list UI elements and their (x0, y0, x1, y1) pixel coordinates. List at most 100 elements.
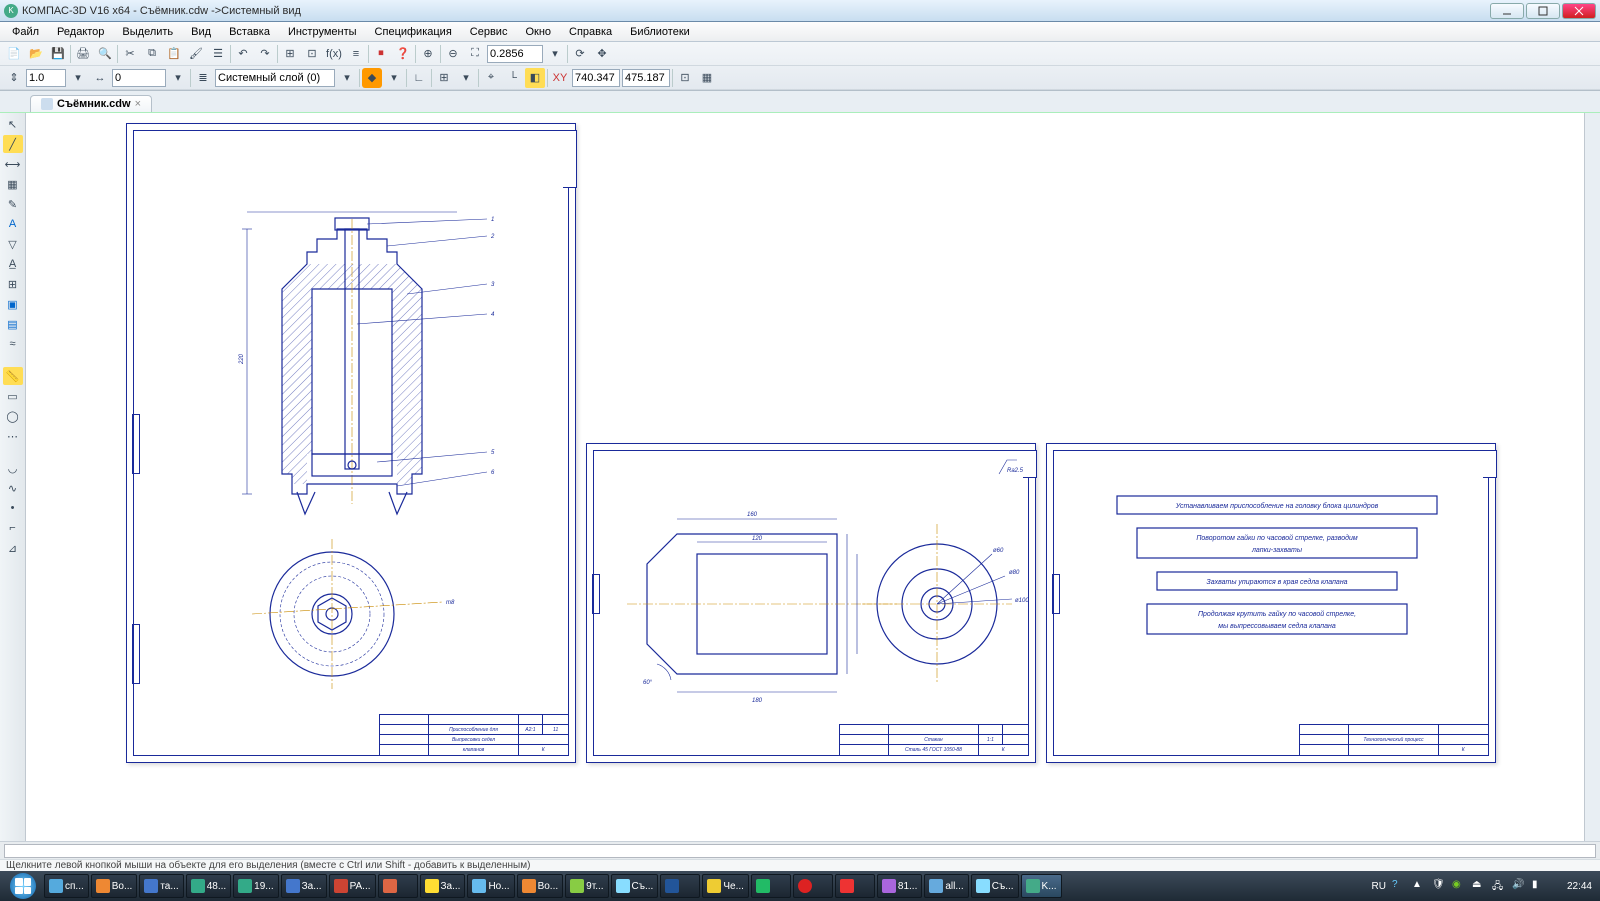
new-icon[interactable]: 📄 (4, 44, 24, 64)
nvidia-icon[interactable]: ◉ (1452, 879, 1466, 893)
task-item[interactable] (378, 874, 418, 898)
style-icon[interactable]: ◆ (362, 68, 382, 88)
task-item[interactable]: 48... (186, 874, 231, 898)
task-item[interactable] (660, 874, 700, 898)
scale-drop-icon[interactable]: ▾ (68, 68, 88, 88)
misc-icon[interactable]: ⊡ (675, 68, 695, 88)
eject-icon[interactable]: ⏏ (1472, 879, 1486, 893)
handle-icon[interactable]: ⇕ (4, 68, 24, 88)
local-icon[interactable]: ◧ (525, 68, 545, 88)
task-item[interactable]: Съ... (611, 874, 659, 898)
menu-select[interactable]: Выделить (114, 24, 181, 40)
task-item[interactable]: та... (139, 874, 183, 898)
menu-service[interactable]: Сервис (462, 24, 516, 40)
task-item[interactable]: За... (281, 874, 327, 898)
dropdown-icon[interactable]: ▾ (545, 44, 565, 64)
zoomin-icon[interactable]: ⊕ (418, 44, 438, 64)
lang-indicator[interactable]: RU (1372, 881, 1386, 892)
offset-drop-icon[interactable]: ▾ (168, 68, 188, 88)
grid-icon[interactable]: ⊞ (434, 68, 454, 88)
redo-icon[interactable]: ↷ (255, 44, 275, 64)
print-icon[interactable]: 🖨 (73, 44, 93, 64)
command-input[interactable] (4, 844, 1596, 858)
menu-edit[interactable]: Редактор (49, 24, 112, 40)
axis-icon[interactable]: └ (503, 68, 523, 88)
zoomout-icon[interactable]: ⊖ (443, 44, 463, 64)
offset-icon[interactable]: ↔ (90, 68, 110, 88)
grid-drop-icon[interactable]: ▾ (456, 68, 476, 88)
menu-insert[interactable]: Вставка (221, 24, 278, 40)
zoom-input[interactable] (487, 45, 543, 63)
measure-icon[interactable]: 📏 (3, 367, 23, 385)
cut-icon[interactable]: ✂ (120, 44, 140, 64)
task-item[interactable]: Но... (467, 874, 514, 898)
task-item[interactable]: сп... (44, 874, 89, 898)
spline-icon[interactable]: ∿ (3, 479, 23, 497)
view-tool-icon[interactable]: ▣ (3, 295, 23, 313)
zoomfit-icon[interactable]: ⛶ (465, 44, 485, 64)
offset-input[interactable] (112, 69, 166, 87)
clock[interactable]: 22:44 (1552, 881, 1592, 892)
props-icon[interactable]: ☰ (208, 44, 228, 64)
task-item[interactable]: Че... (702, 874, 749, 898)
task-item[interactable]: 81... (877, 874, 922, 898)
vars-icon[interactable]: ≡ (346, 44, 366, 64)
preview-icon[interactable]: 🔍 (95, 44, 115, 64)
right-scrollbar[interactable] (1584, 113, 1600, 841)
spec-tool-icon[interactable]: ▤ (3, 315, 23, 333)
undo-icon[interactable]: ↶ (233, 44, 253, 64)
maximize-button[interactable] (1526, 3, 1560, 19)
task-item[interactable] (751, 874, 791, 898)
brush-icon[interactable]: 🖌 (186, 44, 206, 64)
menu-view[interactable]: Вид (183, 24, 219, 40)
help-tray-icon[interactable]: ? (1392, 879, 1406, 893)
arc-tool-icon[interactable]: ◡ (3, 459, 23, 477)
open-icon[interactable]: 📂 (26, 44, 46, 64)
save-icon[interactable]: 💾 (48, 44, 68, 64)
task-item[interactable]: 9т... (565, 874, 608, 898)
line-tool-icon[interactable]: ╱ (3, 135, 23, 153)
refresh-icon[interactable]: ⟳ (570, 44, 590, 64)
rough-tool-icon[interactable]: ▽ (3, 235, 23, 253)
start-button[interactable] (4, 871, 42, 901)
point-icon[interactable]: • (3, 499, 23, 517)
style-drop-icon[interactable]: ▾ (384, 68, 404, 88)
corner-icon[interactable]: ⌐ (3, 519, 23, 537)
network-icon[interactable]: 🖧 (1492, 879, 1506, 893)
table-icon[interactable]: ⊞ (280, 44, 300, 64)
text-tool-icon[interactable]: A (3, 215, 23, 233)
end-icon[interactable]: ⊿ (3, 539, 23, 557)
manager-icon[interactable]: ⊡ (302, 44, 322, 64)
hatch-tool-icon[interactable]: ▦ (3, 175, 23, 193)
dim-tool-icon[interactable]: ⟷ (3, 155, 23, 173)
layer-combo[interactable] (215, 69, 335, 87)
move-icon[interactable]: ✥ (592, 44, 612, 64)
task-item[interactable]: Во... (517, 874, 564, 898)
xy-icon[interactable]: XY (550, 68, 570, 88)
coord-x[interactable] (572, 69, 620, 87)
volume-icon[interactable]: 🔊 (1512, 879, 1526, 893)
misc2-icon[interactable]: ▦ (697, 68, 717, 88)
paste-icon[interactable]: 📋 (164, 44, 184, 64)
snap-icon[interactable]: ⌖ (481, 68, 501, 88)
task-item[interactable]: За... (420, 874, 466, 898)
param-icon[interactable]: ≈ (3, 335, 23, 353)
table-tool-icon[interactable]: ⊞ (3, 275, 23, 293)
layers-icon[interactable]: ≣ (193, 68, 213, 88)
layer-drop-icon[interactable]: ▾ (337, 68, 357, 88)
fx-icon[interactable]: f(x) (324, 44, 344, 64)
task-item[interactable] (835, 874, 875, 898)
coord-y[interactable] (622, 69, 670, 87)
scale-input[interactable] (26, 69, 66, 87)
task-item[interactable]: all... (924, 874, 968, 898)
menu-file[interactable]: Файл (4, 24, 47, 40)
help-icon[interactable]: ❓ (393, 44, 413, 64)
shield-icon[interactable]: 🛡 (1432, 879, 1446, 893)
arrow-icon[interactable]: ↖ (3, 115, 23, 133)
close-button[interactable] (1562, 3, 1596, 19)
battery-icon[interactable]: ▮ (1532, 879, 1546, 893)
doctab-active[interactable]: Съёмник.cdw × (30, 95, 152, 112)
menu-spec[interactable]: Спецификация (367, 24, 460, 40)
menu-tools[interactable]: Инструменты (280, 24, 365, 40)
symbol-tool-icon[interactable]: A̲ (3, 255, 23, 273)
